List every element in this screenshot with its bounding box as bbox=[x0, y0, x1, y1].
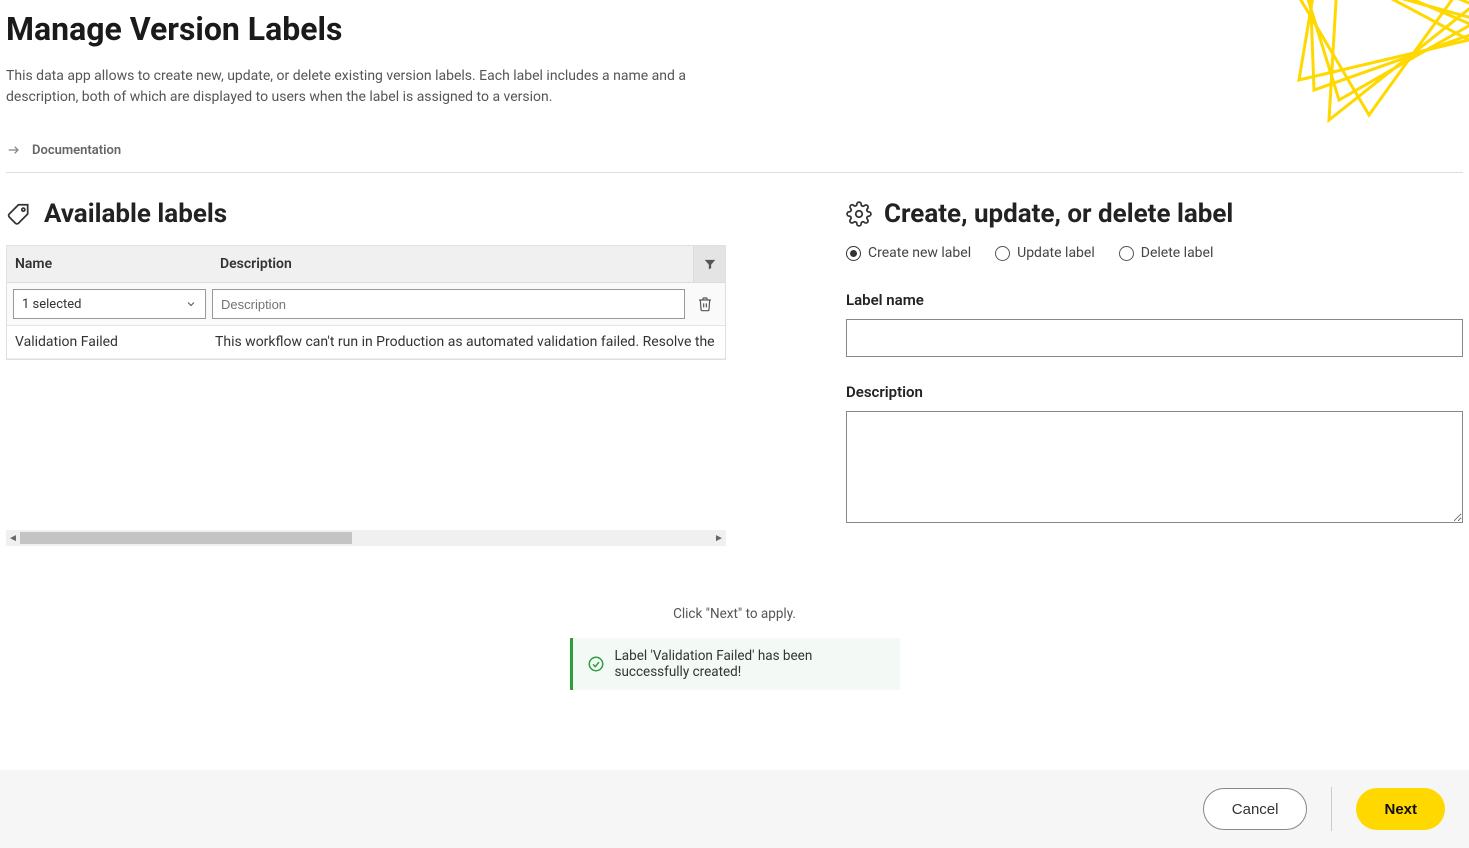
radio-create-label: Create new label bbox=[868, 245, 971, 261]
radio-update[interactable]: Update label bbox=[995, 245, 1095, 261]
description-label: Description bbox=[846, 383, 1463, 401]
gear-icon bbox=[846, 201, 872, 227]
table-header-row: Name Description bbox=[7, 246, 725, 283]
description-filter-input[interactable] bbox=[212, 289, 685, 319]
apply-hint-text: Click "Next" to apply. bbox=[0, 606, 1469, 622]
footer-bar: Cancel Next bbox=[0, 770, 1469, 848]
filter-icon bbox=[703, 257, 717, 271]
radio-icon bbox=[1119, 246, 1134, 261]
table-filter-row: 1 selected bbox=[7, 283, 725, 326]
column-header-name[interactable]: Name bbox=[7, 246, 212, 282]
divider bbox=[6, 172, 1463, 173]
scroll-thumb[interactable] bbox=[20, 532, 352, 544]
name-filter-select[interactable]: 1 selected bbox=[13, 289, 206, 319]
radio-update-label: Update label bbox=[1017, 245, 1095, 261]
trash-icon bbox=[697, 296, 713, 312]
radio-delete-label: Delete label bbox=[1141, 245, 1214, 261]
name-filter-value: 1 selected bbox=[22, 297, 81, 312]
tag-icon bbox=[6, 201, 32, 227]
radio-create[interactable]: Create new label bbox=[846, 245, 971, 261]
success-message-text: Label 'Validation Failed' has been succe… bbox=[615, 648, 886, 680]
description-textarea[interactable] bbox=[846, 411, 1463, 523]
column-header-description[interactable]: Description bbox=[212, 246, 693, 282]
chevron-down-icon bbox=[185, 298, 197, 310]
scroll-right-arrow[interactable]: ► bbox=[712, 531, 726, 545]
cell-name: Validation Failed bbox=[15, 334, 215, 350]
filter-toggle-button[interactable] bbox=[693, 246, 725, 282]
label-name-label: Label name bbox=[846, 291, 1463, 309]
available-labels-heading: Available labels bbox=[44, 199, 227, 229]
scroll-left-arrow[interactable]: ◄ bbox=[6, 531, 20, 545]
documentation-link-label: Documentation bbox=[32, 143, 121, 158]
radio-icon bbox=[846, 246, 861, 261]
radio-icon bbox=[995, 246, 1010, 261]
check-circle-icon bbox=[587, 655, 605, 673]
cancel-button[interactable]: Cancel bbox=[1203, 788, 1308, 830]
arrow-right-icon bbox=[6, 142, 22, 158]
next-button[interactable]: Next bbox=[1356, 788, 1445, 830]
table-row[interactable]: Validation Failed This workflow can't ru… bbox=[7, 326, 725, 359]
horizontal-scrollbar[interactable]: ◄ ► bbox=[6, 530, 726, 546]
form-heading: Create, update, or delete label bbox=[884, 199, 1233, 229]
documentation-link[interactable]: Documentation bbox=[6, 142, 1463, 172]
radio-delete[interactable]: Delete label bbox=[1119, 245, 1214, 261]
success-banner: Label 'Validation Failed' has been succe… bbox=[570, 638, 900, 690]
page-description: This data app allows to create new, upda… bbox=[6, 66, 716, 108]
cell-description: This workflow can't run in Production as… bbox=[215, 334, 717, 350]
labels-table: Name Description 1 selected bbox=[6, 245, 726, 360]
action-radio-group: Create new label Update label Delete lab… bbox=[846, 245, 1463, 261]
clear-filters-button[interactable] bbox=[691, 289, 719, 319]
page-title: Manage Version Labels bbox=[6, 10, 1463, 48]
label-name-input[interactable] bbox=[846, 319, 1463, 357]
footer-divider bbox=[1331, 787, 1332, 831]
